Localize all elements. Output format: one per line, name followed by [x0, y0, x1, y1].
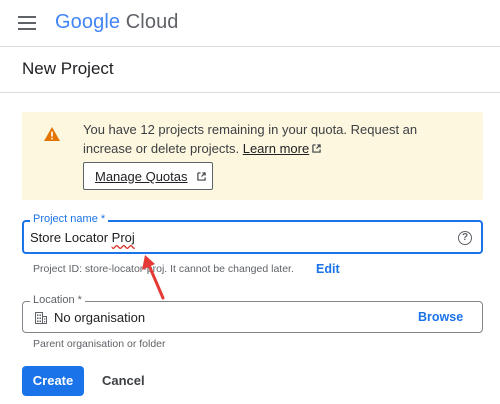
page-title: New Project [22, 59, 114, 78]
project-name-label: Project name * [30, 213, 109, 225]
project-name-field[interactable]: Store Locator Proj ? [22, 220, 483, 254]
title-divider [0, 92, 500, 93]
learn-more-label: Learn more [242, 140, 310, 156]
logo-google-text: Google [55, 11, 121, 33]
help-icon[interactable]: ? [458, 231, 472, 245]
misspelled-word: Proj [111, 230, 135, 245]
external-link-icon [197, 172, 206, 181]
logo-cloud-text: Cloud [125, 11, 179, 33]
location-field[interactable]: No organisation Browse [22, 301, 483, 333]
create-button[interactable]: Create [22, 366, 84, 396]
google-cloud-logo[interactable]: Google Cloud [55, 11, 179, 34]
learn-more-link[interactable]: Learn more [243, 141, 321, 156]
location-value: No organisation [54, 310, 146, 325]
project-name-value: Store Locator Proj [30, 230, 135, 245]
project-id-hint: Project ID: store-locator-proj. It canno… [33, 263, 294, 275]
quota-alert: You have 12 projects remaining in your q… [22, 112, 483, 200]
external-link-icon [312, 143, 321, 153]
warning-icon [44, 127, 60, 141]
manage-quotas-label: Manage Quotas [95, 169, 188, 184]
top-app-bar: Google Cloud [0, 0, 500, 46]
edit-project-id-button[interactable]: Edit [316, 262, 340, 276]
menu-icon[interactable] [18, 16, 36, 30]
manage-quotas-button[interactable]: Manage Quotas [83, 162, 213, 190]
location-hint: Parent organisation or folder [33, 338, 166, 350]
quota-alert-text: You have 12 projects remaining in your q… [83, 121, 468, 158]
organisation-icon [35, 312, 47, 324]
header-divider [0, 46, 500, 47]
browse-button[interactable]: Browse [418, 310, 463, 324]
location-label: Location * [30, 294, 85, 306]
cancel-button[interactable]: Cancel [102, 373, 145, 388]
